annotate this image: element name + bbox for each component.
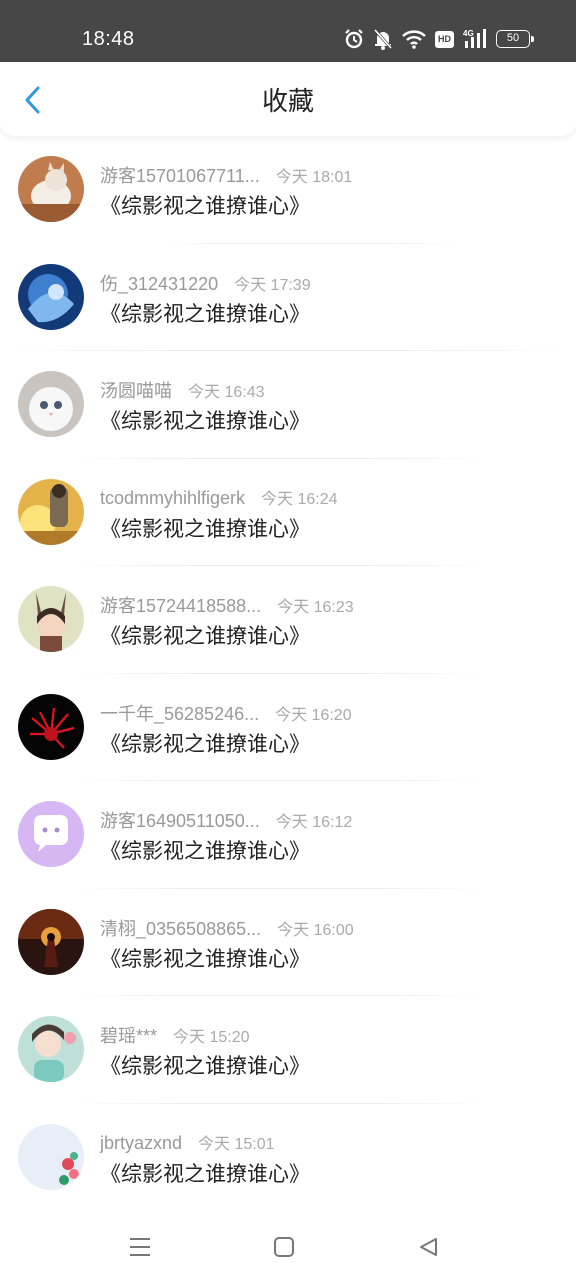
item-title: 《综影视之谁撩谁心》	[100, 301, 310, 326]
timestamp: 今天 16:20	[275, 706, 352, 724]
avatar[interactable]	[18, 908, 84, 975]
item-title: 《综影视之谁撩谁心》	[100, 1161, 310, 1186]
timestamp: 今天 17:39	[234, 276, 311, 294]
list-item[interactable]: jbrtyazxnd 今天 15:01 《综影视之谁撩谁心》	[0, 1104, 576, 1212]
avatar[interactable]	[18, 586, 84, 652]
item-title: 《综影视之谁撩谁心》	[100, 1054, 310, 1078]
wifi-icon	[402, 30, 426, 49]
timestamp: 今天 16:12	[275, 814, 353, 831]
avatar[interactable]	[18, 1123, 84, 1190]
menu-icon	[130, 1238, 150, 1256]
item-title: 《综影视之谁撩谁心》	[100, 516, 310, 541]
system-nav-bar	[0, 1214, 576, 1280]
username: 碧瑶***	[100, 1026, 158, 1046]
avatar[interactable]	[18, 263, 84, 330]
username: 游客15724418588...	[100, 596, 262, 616]
list-item[interactable]: 一千年_56285246... 今天 16:20 《综影视之谁撩谁心》	[0, 674, 576, 781]
username: 清栩_0356508865...	[100, 918, 262, 939]
timestamp: 今天 15:20	[173, 1029, 250, 1046]
list-item[interactable]: 伤_312431220 今天 17:39 《综影视之谁撩谁心》	[0, 244, 576, 351]
signal-icon: 4G	[463, 29, 486, 48]
username: 伤_312431220	[100, 273, 219, 294]
username: jbrtyazxnd	[100, 1132, 183, 1153]
hd-icon: HD	[435, 30, 454, 48]
timestamp: 今天 16:00	[277, 921, 354, 939]
item-title: 《综影视之谁撩谁心》	[100, 624, 310, 648]
back-triangle-icon	[420, 1238, 437, 1256]
list-item[interactable]: 游客15724418588... 今天 16:23 《综影视之谁撩谁心》	[0, 566, 576, 674]
avatar[interactable]	[18, 693, 84, 760]
list-item[interactable]: 碧瑶*** 今天 15:20 《综影视之谁撩谁心》	[0, 996, 576, 1104]
timestamp: 今天 16:24	[261, 490, 338, 508]
avatar[interactable]	[18, 371, 84, 437]
list-item[interactable]: 游客16490511050... 今天 16:12 《综影视之谁撩谁心》	[0, 781, 576, 889]
item-title: 《综影视之谁撩谁心》	[100, 409, 310, 433]
timestamp: 今天 16:23	[277, 599, 354, 616]
page-title: 收藏	[261, 87, 314, 117]
timestamp: 今天 16:43	[188, 384, 265, 401]
username: 汤圆喵喵	[100, 381, 172, 401]
avatar[interactable]	[18, 1016, 84, 1082]
item-title: 《综影视之谁撩谁心》	[100, 194, 310, 218]
header: 收藏	[0, 62, 576, 136]
status-bar: 18:48 HD 4G 50	[0, 0, 576, 62]
menu-button[interactable]	[125, 1232, 155, 1262]
svg-text:4G: 4G	[463, 29, 474, 38]
list-item[interactable]: 游客15701067711... 今天 18:01 《综影视之谁撩谁心》	[0, 136, 576, 244]
item-title: 《综影视之谁撩谁心》	[100, 839, 310, 863]
battery-icon: 50	[496, 30, 534, 48]
avatar[interactable]	[18, 801, 84, 867]
list-item[interactable]: 汤圆喵喵 今天 16:43 《综影视之谁撩谁心》	[0, 351, 576, 459]
username: tcodmmyhihlfigerk	[100, 487, 246, 508]
home-square-icon	[274, 1237, 294, 1257]
list-item[interactable]: tcodmmyhihlfigerk 今天 16:24 《综影视之谁撩谁心》	[0, 459, 576, 566]
favorites-list: 游客15701067711... 今天 18:01 《综影视之谁撩谁心》 伤_3…	[0, 136, 576, 1211]
username: 游客15701067711...	[100, 166, 260, 186]
item-title: 《综影视之谁撩谁心》	[100, 731, 310, 756]
item-title: 《综影视之谁撩谁心》	[100, 946, 310, 971]
back-nav-button[interactable]	[413, 1232, 443, 1262]
username: 一千年_56285246...	[100, 703, 260, 724]
mute-bell-icon	[373, 29, 393, 50]
alarm-icon	[345, 29, 363, 49]
timestamp: 今天 15:01	[198, 1135, 275, 1153]
avatar[interactable]	[18, 478, 84, 545]
avatar[interactable]	[18, 156, 84, 222]
timestamp: 今天 18:01	[275, 169, 353, 186]
home-button[interactable]	[269, 1232, 299, 1262]
list-item[interactable]: 清栩_0356508865... 今天 16:00 《综影视之谁撩谁心》	[0, 889, 576, 996]
status-time: 18:48	[82, 28, 135, 50]
status-icons: HD 4G 50	[344, 26, 534, 52]
username: 游客16490511050...	[100, 811, 260, 831]
